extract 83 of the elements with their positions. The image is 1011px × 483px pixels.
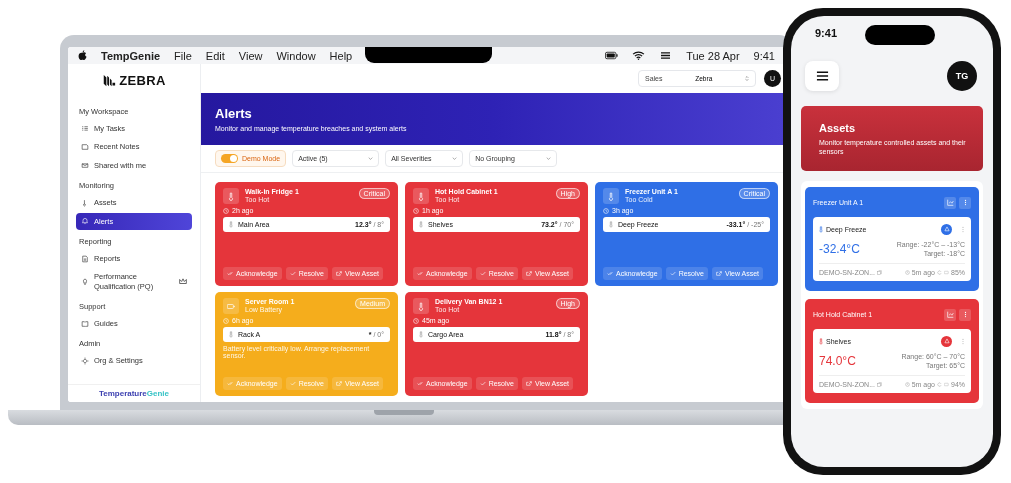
menu-icon [815, 71, 829, 81]
clock-icon [223, 207, 229, 214]
thermometer-icon [603, 188, 619, 204]
page-title: Alerts [215, 106, 253, 121]
brand-logo: TemperatureGenie [98, 389, 170, 398]
thermometer-icon [413, 298, 429, 314]
temperature-reading: 74.0°C [819, 353, 856, 368]
page-title: Assets [819, 122, 857, 134]
clock-icon [223, 317, 229, 324]
thermometer-icon [223, 188, 239, 204]
double-check-icon [417, 381, 423, 386]
check-icon [289, 381, 296, 386]
thermometer-icon [419, 221, 423, 228]
chart-icon[interactable] [944, 308, 956, 321]
user-avatar[interactable]: TG [947, 61, 977, 91]
thermometer-icon [229, 331, 233, 338]
tasks-icon [81, 124, 89, 133]
menu-bar-date: Tue 28 Apr [686, 49, 740, 62]
copy-icon[interactable] [877, 269, 882, 275]
menu-item[interactable]: File [174, 49, 192, 62]
clock-icon [904, 269, 910, 275]
report-icon [81, 254, 89, 263]
chart-icon[interactable] [944, 196, 956, 209]
menu-button[interactable] [805, 61, 839, 91]
menu-item[interactable]: View [238, 49, 263, 62]
copy-icon[interactable] [877, 381, 882, 387]
gear-icon [81, 357, 89, 366]
bell-icon [81, 217, 89, 226]
alert-icon [941, 335, 952, 347]
wifi-icon [632, 51, 646, 60]
battery-icon [605, 51, 619, 60]
temperature-reading: -32.4°C [819, 241, 860, 256]
refresh-icon[interactable] [937, 269, 942, 275]
thermometer-icon [229, 221, 233, 228]
menu-item[interactable]: Help [329, 49, 353, 62]
more-icon[interactable] [959, 308, 971, 321]
bulb-icon [81, 277, 89, 286]
chevron-down-icon [368, 157, 374, 160]
menu-item[interactable]: Window [276, 49, 316, 62]
battery-icon [944, 381, 949, 387]
battery-icon [944, 269, 949, 275]
check-icon [479, 271, 486, 276]
clock-icon [904, 381, 910, 387]
double-check-icon [607, 271, 613, 276]
chevron-down-icon [546, 157, 552, 160]
check-icon [479, 381, 486, 386]
thermometer-icon [609, 221, 613, 228]
menu-item[interactable]: Edit [205, 49, 225, 62]
external-link-icon [335, 381, 342, 386]
thermometer-icon [81, 198, 89, 207]
thermometer-icon [819, 225, 823, 233]
shared-icon [81, 161, 89, 170]
logo-text: ZEBRA [119, 73, 166, 88]
clock-icon [413, 317, 419, 324]
dynamic-island [865, 25, 935, 45]
chevron-down-icon [452, 157, 458, 160]
check-icon [289, 271, 296, 276]
thermometer-icon [413, 188, 429, 204]
external-link-icon [335, 271, 342, 276]
apple-icon [78, 50, 87, 61]
double-check-icon [227, 381, 233, 386]
notes-icon [81, 143, 89, 152]
battery-icon [223, 298, 239, 314]
control-center-icon [659, 51, 673, 60]
check-icon [669, 271, 676, 276]
clock-icon [603, 207, 609, 214]
zebra-stripes-icon [102, 73, 117, 88]
more-icon[interactable] [959, 196, 971, 209]
book-icon [81, 319, 89, 328]
external-link-icon [715, 271, 722, 276]
external-link-icon [525, 271, 532, 276]
thermometer-icon [819, 337, 823, 345]
double-check-icon [227, 271, 233, 276]
external-link-icon [525, 381, 532, 386]
sort-arrows-icon [745, 75, 749, 82]
clock-icon [413, 207, 419, 214]
refresh-icon[interactable] [937, 381, 942, 387]
status-time: 9:41 [815, 27, 838, 39]
double-check-icon [417, 271, 423, 276]
app-name[interactable]: TempGenie [101, 49, 161, 62]
menu-bar-time: 9:41 [753, 49, 775, 62]
thermometer-icon [419, 331, 423, 338]
alert-icon [941, 223, 952, 235]
